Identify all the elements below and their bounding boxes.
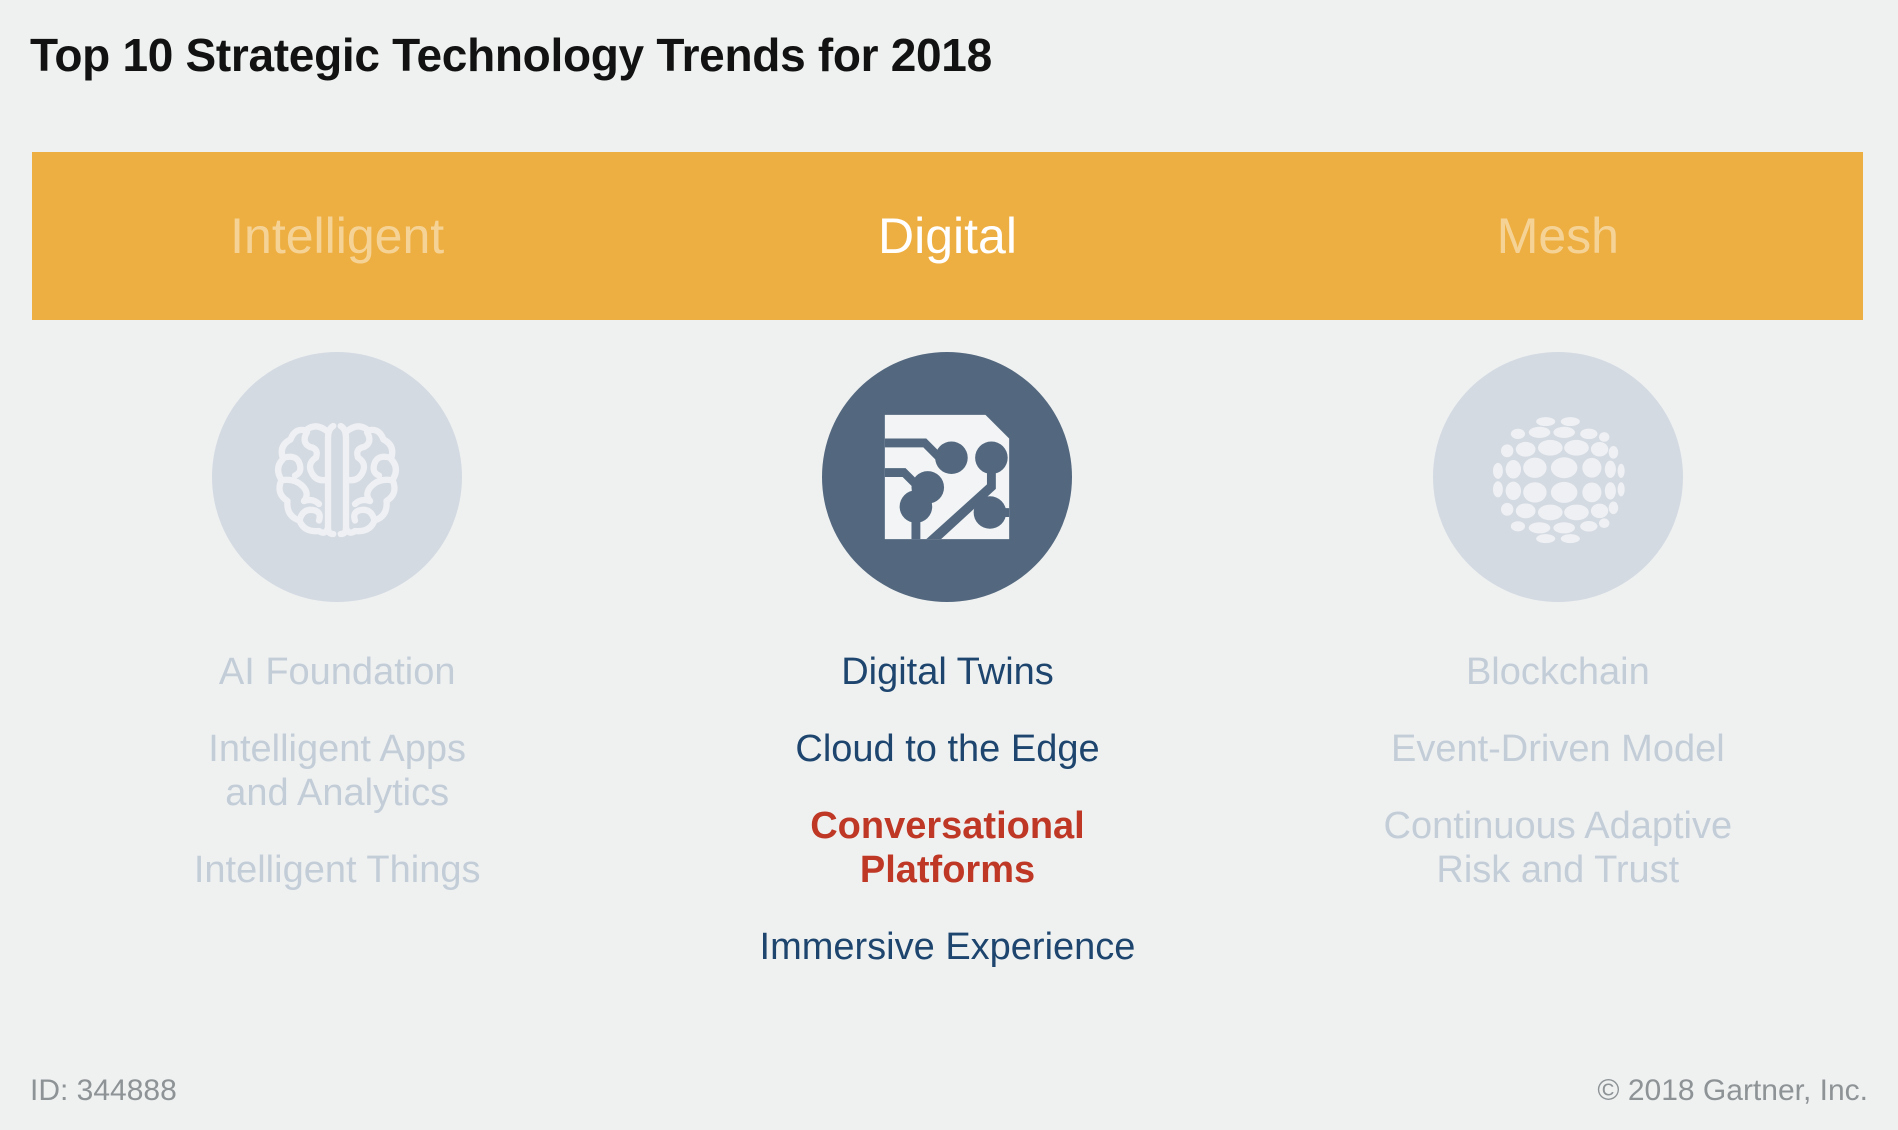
category-heading-digital: Digital [878,208,1017,264]
globe-mesh-icon [1481,400,1635,554]
trend-list-digital: Digital Twins Cloud to the Edge Conversa… [642,650,1252,1002]
trend-columns: AI Foundation Intelligent Apps and Analy… [32,352,1863,1052]
icon-circle-digital [822,352,1073,602]
trend-list-mesh: Blockchain Event-Driven Model Continuous… [1253,650,1863,925]
trend-item: Digital Twins [841,651,1054,693]
trend-item: Continuous Adaptive Risk and Trust [1383,805,1733,892]
footer: ID: 344888 © 2018 Gartner, Inc. [30,1074,1868,1108]
icon-circle-mesh [1432,352,1683,602]
trend-item: Blockchain [1465,651,1650,693]
trend-item: Cloud to the Edge [795,728,1100,771]
trend-item: AI Foundation [218,651,456,693]
trend-item: Intelligent Apps and Analytics [208,728,467,815]
category-heading-mesh: Mesh [1496,208,1619,264]
brain-icon [262,402,412,552]
trend-item: Immersive Experience [759,926,1136,969]
column-digital: Digital Twins Cloud to the Edge Conversa… [642,352,1252,1052]
column-intelligent: AI Foundation Intelligent Apps and Analy… [32,352,642,1052]
trend-item: Event-Driven Model [1390,728,1725,771]
icon-circle-intelligent [212,352,463,602]
infographic-root: Top 10 Strategic Technology Trends for 2… [0,0,1898,1130]
trend-item: Intelligent Things [193,849,481,892]
category-heading-intelligent: Intelligent [230,208,445,264]
trend-list-intelligent: AI Foundation Intelligent Apps and Analy… [32,650,642,925]
category-banner: Intelligent Digital Mesh [32,152,1863,320]
footer-copyright: © 2018 Gartner, Inc. [1597,1074,1868,1107]
footer-id: ID: 344888 [30,1074,177,1107]
trend-item-highlighted: Conversational Platforms [810,805,1085,892]
column-mesh: Blockchain Event-Driven Model Continuous… [1253,352,1863,1052]
page-title: Top 10 Strategic Technology Trends for 2… [30,29,992,81]
circuit-board-icon [873,403,1021,551]
